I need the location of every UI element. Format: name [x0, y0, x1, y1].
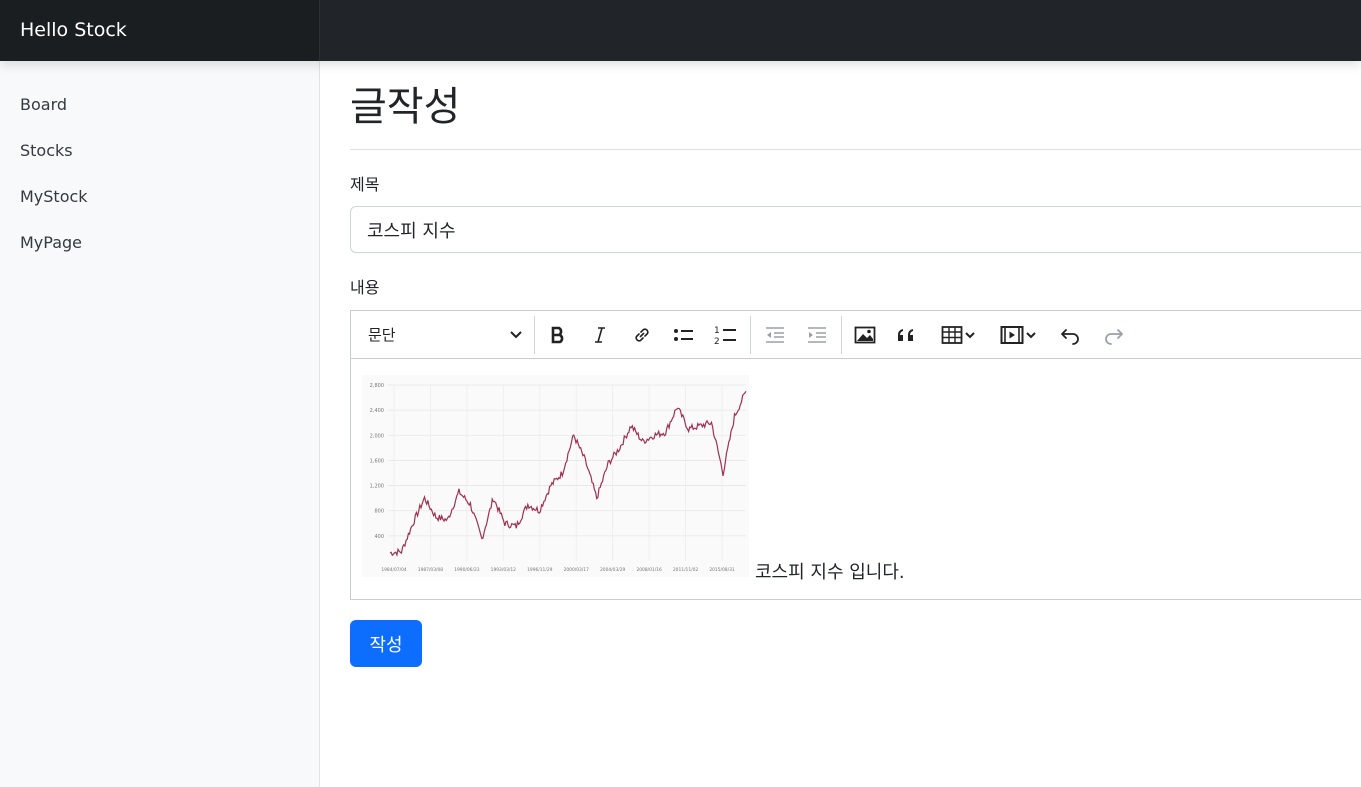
title-input[interactable] — [350, 206, 1361, 253]
italic-button[interactable] — [583, 318, 617, 352]
chart-y-tick-label: 1,200 — [370, 484, 384, 490]
chart-y-tick-label: 800 — [374, 509, 384, 515]
chart-x-tick-label: 1996/11/29 — [527, 567, 553, 573]
paragraph-format-dropdown[interactable]: 문단 — [357, 317, 529, 353]
link-button[interactable] — [625, 318, 659, 352]
editor-content-area[interactable]: 2,800 2,400 2,000 1,600 1,200 800 400 1984/07/… — [351, 359, 1361, 599]
chart-series-line — [389, 390, 747, 558]
indent-button[interactable] — [800, 318, 834, 352]
chart-x-tick-label: 2008/01/16 — [636, 567, 662, 573]
chart-x-tick-label: 1990/06/23 — [454, 567, 480, 573]
chart-x-tick-label: 2000/03/17 — [564, 567, 590, 573]
embedded-chart-image[interactable]: 2,800 2,400 2,000 1,600 1,200 800 400 1984/07/… — [362, 375, 749, 577]
paragraph-format-label: 문단 — [368, 326, 396, 344]
editor-body-text: 코스피 지수 입니다. — [755, 562, 905, 583]
toolbar-separator — [750, 316, 751, 354]
redo-icon — [1102, 325, 1124, 345]
content-label: 내용 — [350, 278, 380, 297]
chart-y-tick-label: 1,600 — [370, 458, 384, 464]
kospi-line-chart: 2,800 2,400 2,000 1,600 1,200 800 400 1984/07/… — [370, 383, 747, 573]
chevron-down-icon — [1024, 325, 1038, 345]
chart-x-tick-label: 2004/03/29 — [600, 567, 626, 573]
bulleted-list-button[interactable] — [667, 318, 701, 352]
table-icon — [941, 325, 963, 345]
sidebar-item-mypage[interactable]: MyPage — [0, 220, 319, 266]
chart-x-tick-label: 2011/11/02 — [673, 567, 699, 573]
sidebar-item-stocks[interactable]: Stocks — [0, 128, 319, 174]
bold-button[interactable] — [541, 318, 575, 352]
chart-x-tick-label: 1993/03/12 — [491, 567, 517, 573]
sidebar-item-board[interactable]: Board — [0, 82, 319, 128]
media-icon — [1000, 325, 1024, 345]
chart-y-tick-label: 2,000 — [370, 433, 384, 439]
undo-button[interactable] — [1054, 318, 1088, 352]
top-navbar: Hello Stock — [0, 0, 1361, 61]
image-icon — [854, 325, 876, 345]
chart-x-tick-label: 2015/08/31 — [709, 567, 735, 573]
svg-text:2: 2 — [714, 337, 720, 346]
rich-text-editor: 문단 12 2,800 2,400 2,000 1,600 1,200 800 … — [350, 310, 1361, 600]
redo-button[interactable] — [1096, 318, 1130, 352]
outdent-icon — [764, 325, 786, 345]
divider — [350, 149, 1361, 150]
numbered-list-icon: 12 — [714, 324, 738, 346]
submit-button[interactable]: 작성 — [350, 620, 422, 667]
title-label: 제목 — [350, 175, 380, 194]
blockquote-icon — [896, 325, 918, 345]
insert-table-dropdown[interactable] — [934, 318, 984, 352]
chart-x-tick-label: 1984/07/04 — [381, 567, 407, 573]
chart-y-tick-label: 400 — [374, 534, 384, 540]
brand-logo[interactable]: Hello Stock — [0, 0, 320, 61]
chevron-down-icon — [963, 325, 977, 345]
editor-toolbar: 문단 12 — [351, 311, 1361, 359]
numbered-list-button[interactable]: 12 — [709, 318, 743, 352]
insert-image-button[interactable] — [848, 318, 882, 352]
sidebar-item-mystock[interactable]: MyStock — [0, 174, 319, 220]
sidebar-nav: Board Stocks MyStock MyPage — [0, 61, 319, 266]
page-title: 글작성 — [350, 84, 461, 130]
bold-icon — [548, 325, 568, 345]
sidebar: Board Stocks MyStock MyPage — [0, 61, 320, 787]
chart-y-tick-label: 2,800 — [370, 383, 384, 389]
svg-text:1: 1 — [714, 326, 720, 336]
undo-icon — [1060, 325, 1082, 345]
bulleted-list-icon — [673, 325, 695, 345]
link-icon — [632, 325, 652, 345]
main-content: 글작성 제목 내용 문단 — [350, 61, 1361, 787]
italic-icon — [590, 325, 610, 345]
toolbar-separator — [841, 316, 842, 354]
indent-icon — [806, 325, 828, 345]
chart-x-tick-label: 1987/03/08 — [418, 567, 444, 573]
insert-media-dropdown[interactable] — [994, 318, 1044, 352]
toolbar-separator — [534, 316, 535, 354]
outdent-button[interactable] — [758, 318, 792, 352]
blockquote-button[interactable] — [890, 318, 924, 352]
chart-y-tick-label: 2,400 — [370, 408, 384, 414]
